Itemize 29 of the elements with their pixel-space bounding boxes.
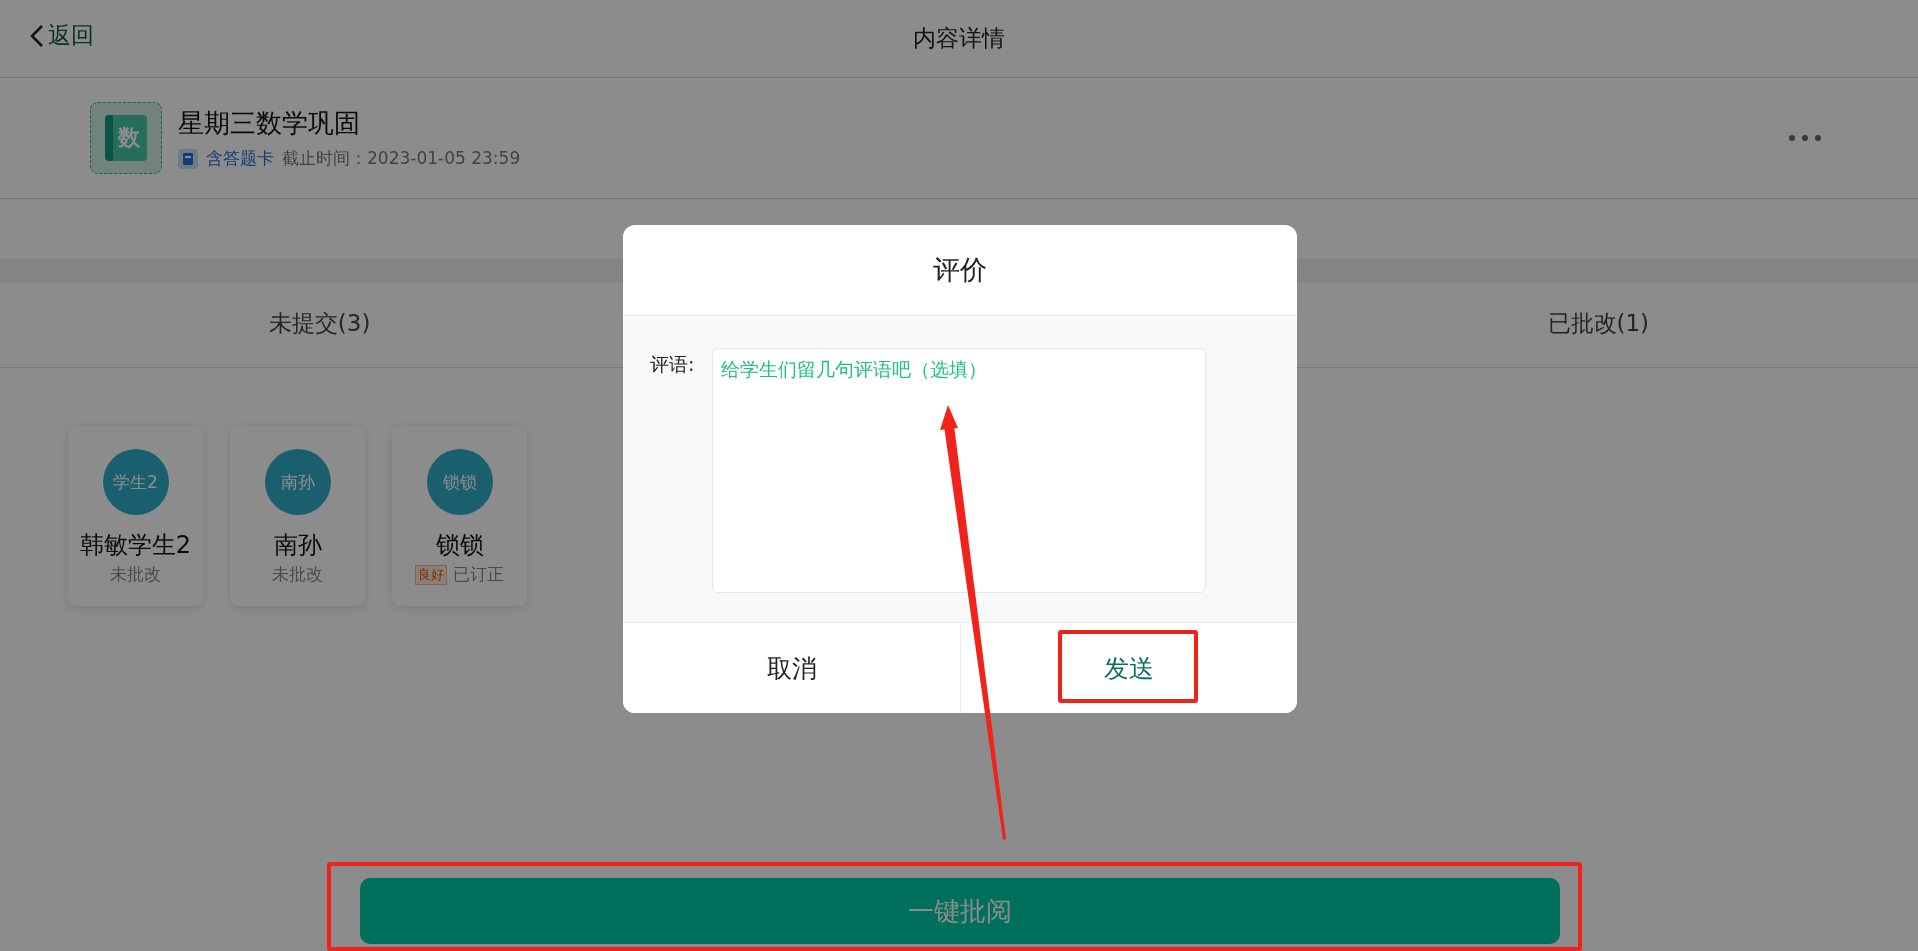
- student-name: 南孙: [273, 530, 322, 561]
- tab[interactable]: 未提交(3): [264, 302, 375, 348]
- student-status: 未批改: [272, 563, 323, 586]
- back-button[interactable]: 返回: [30, 20, 94, 51]
- back-label: 返回: [48, 21, 94, 50]
- answer-sheet-tag: 含答题卡: [206, 147, 274, 170]
- send-button[interactable]: 发送: [960, 623, 1297, 713]
- student-name: 韩敏学生2: [79, 530, 192, 561]
- student-name: 锁锁: [435, 530, 484, 561]
- dialog-title: 评价: [933, 253, 987, 287]
- more-icon[interactable]: [1788, 134, 1822, 142]
- assignment-icon: 数: [90, 102, 162, 174]
- comment-field[interactable]: 给学生们留几句评语吧（选填）: [712, 348, 1207, 593]
- answer-sheet-icon: [178, 148, 198, 169]
- student-card[interactable]: 锁锁 锁锁 良好 已订正: [392, 426, 527, 606]
- tab[interactable]: 已批改(1): [1543, 302, 1654, 348]
- student-card[interactable]: 南孙 南孙 未批改: [230, 426, 365, 606]
- student-status: 已订正: [453, 563, 504, 586]
- avatar: 锁锁: [426, 449, 493, 515]
- deadline-text: 截止时间：2023-01-05 23:59: [282, 147, 521, 170]
- assignment-title: 星期三数学巩固: [178, 107, 361, 140]
- grade-tag: 良好: [415, 564, 447, 585]
- student-card[interactable]: 学生2 韩敏学生2 未批改: [68, 426, 203, 606]
- page-title: 内容详情: [913, 24, 1005, 53]
- student-status: 未批改: [110, 563, 161, 586]
- avatar: 南孙: [264, 449, 331, 515]
- comment-label: 评语:: [650, 352, 695, 377]
- avatar: 学生2: [102, 449, 169, 515]
- back-icon: [30, 23, 44, 48]
